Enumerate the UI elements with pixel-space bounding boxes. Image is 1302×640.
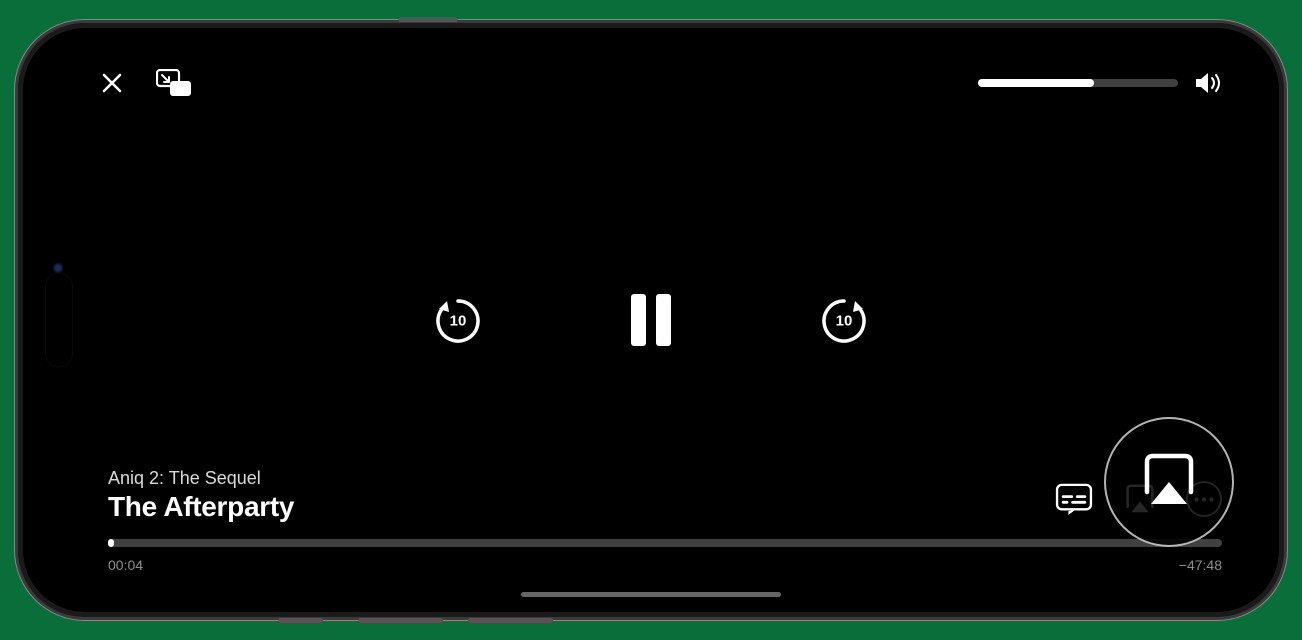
airplay-highlight-button[interactable] (1104, 417, 1234, 547)
volume-fill (978, 79, 1094, 87)
close-button[interactable] (100, 71, 124, 95)
time-row: 00:04 −47:48 (108, 557, 1222, 573)
pause-button[interactable] (623, 290, 679, 350)
side-button (398, 17, 458, 22)
skip-back-label: 10 (450, 313, 467, 330)
subtitles-icon (1055, 483, 1093, 515)
volume-button[interactable] (1194, 72, 1222, 94)
episode-subtitle: Aniq 2: The Sequel (108, 468, 294, 489)
side-button (468, 618, 553, 623)
video-player-screen: 10 10 Aniq 2: The Sequel (30, 35, 1272, 605)
volume-slider[interactable] (978, 79, 1178, 87)
progress-bar[interactable] (108, 539, 1222, 547)
volume-icon (1194, 72, 1222, 94)
top-left-controls (100, 69, 192, 97)
airplay-icon-large (1137, 452, 1201, 513)
picture-in-picture-icon (156, 69, 192, 97)
picture-in-picture-button[interactable] (156, 69, 192, 97)
progress-fill (108, 539, 114, 547)
phone-frame: 10 10 Aniq 2: The Sequel (15, 20, 1287, 620)
skip-forward-label: 10 (836, 313, 853, 330)
bottom-area: Aniq 2: The Sequel The Afterparty (108, 468, 1222, 573)
skip-back-button[interactable]: 10 (433, 295, 483, 345)
title-block: Aniq 2: The Sequel The Afterparty (108, 468, 294, 523)
top-bar (100, 63, 1222, 103)
dynamic-island (45, 273, 73, 368)
pause-icon (623, 290, 679, 350)
side-button (278, 618, 323, 623)
side-button (358, 618, 443, 623)
show-title: The Afterparty (108, 491, 294, 523)
title-row: Aniq 2: The Sequel The Afterparty (108, 468, 1222, 523)
remaining-time: −47:48 (1179, 557, 1222, 573)
top-right-controls (978, 72, 1222, 94)
front-camera (52, 262, 64, 274)
home-indicator[interactable] (521, 592, 781, 597)
subtitles-button[interactable] (1054, 479, 1094, 519)
center-controls: 10 10 (433, 290, 869, 350)
close-icon (100, 71, 124, 95)
skip-forward-button[interactable]: 10 (819, 295, 869, 345)
elapsed-time: 00:04 (108, 557, 143, 573)
